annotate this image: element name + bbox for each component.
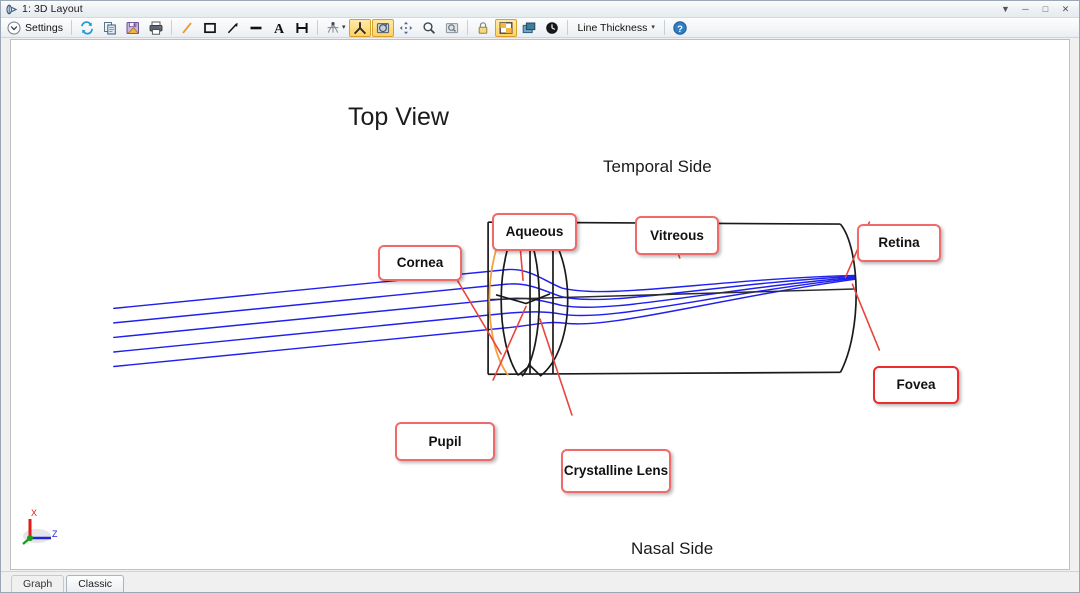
fit-window-icon <box>498 20 514 36</box>
magnifier-icon <box>421 20 437 36</box>
work-area: Top View Temporal Side Nasal Side Cornea… <box>1 38 1079 592</box>
lock-button[interactable] <box>472 19 494 37</box>
rays-icon <box>325 20 341 36</box>
settings-label: Settings <box>25 21 63 34</box>
help-question-icon: ? <box>672 20 688 36</box>
arrow-button[interactable] <box>222 19 244 37</box>
leader-pupil <box>492 305 527 381</box>
toolbar-separator-5 <box>567 20 569 35</box>
toolbar-separator-1 <box>70 20 72 35</box>
rectangle-icon <box>202 20 218 36</box>
layers-button[interactable] <box>518 19 540 37</box>
zoom-button[interactable] <box>418 19 440 37</box>
orientation-3d-button[interactable] <box>349 18 372 37</box>
pan-button[interactable] <box>395 19 417 37</box>
layout-3d-icon <box>5 3 18 16</box>
close-button[interactable]: ✕ <box>1060 4 1071 14</box>
text-a-icon: A <box>271 20 287 36</box>
thick-line-button[interactable] <box>245 19 267 37</box>
thick-line-icon <box>248 20 264 36</box>
dimension-h-icon <box>294 20 310 36</box>
view-tabbar: Graph Classic <box>1 571 1079 592</box>
3d-layout-window: 1: 3D Layout ▼ ─ □ ✕ Settings A ▾ Line T… <box>0 0 1080 593</box>
callout-aqueous[interactable]: Aqueous <box>492 213 577 251</box>
leader-lens <box>539 318 573 416</box>
callout-crystalline-lens[interactable]: Crystalline Lens <box>561 449 671 493</box>
callout-cornea[interactable]: Cornea <box>378 245 462 281</box>
svg-text:?: ? <box>677 24 683 35</box>
toolbar-separator-2 <box>170 20 172 35</box>
axis-3d-icon <box>352 20 368 36</box>
diagonal-line-icon <box>179 20 195 36</box>
line-thickness-label: Line Thickness <box>577 21 648 34</box>
copy-icon <box>102 20 118 36</box>
zoom-window-button[interactable] <box>441 19 463 37</box>
pan-arrows-icon <box>398 20 414 36</box>
help-button[interactable]: ? <box>669 19 691 37</box>
maximize-button[interactable]: □ <box>1040 4 1051 14</box>
minimize-button[interactable]: ─ <box>1020 4 1031 14</box>
toolbar-separator-3 <box>316 20 318 35</box>
svg-text:A: A <box>274 22 285 36</box>
chevron-down-icon: ▾ <box>651 24 655 31</box>
line-color-button[interactable] <box>176 19 198 37</box>
window-title: 1: 3D Layout <box>22 3 83 15</box>
tab-graph[interactable]: Graph <box>11 575 65 592</box>
rays-dropdown-button[interactable]: ▾ <box>322 19 349 37</box>
refresh-button[interactable] <box>76 19 98 37</box>
refresh-icon <box>79 20 95 36</box>
window-titlebar: 1: 3D Layout ▼ ─ □ ✕ <box>1 1 1079 18</box>
chevron-down-icon: ▾ <box>341 24 346 31</box>
zoom-window-icon <box>444 20 460 36</box>
window-controls: ▼ ─ □ ✕ <box>1000 4 1077 14</box>
settings-button[interactable]: Settings <box>4 19 67 37</box>
graph-canvas[interactable]: Top View Temporal Side Nasal Side Cornea… <box>10 39 1070 570</box>
rotate-view-icon <box>375 20 391 36</box>
callout-retina[interactable]: Retina <box>857 224 941 262</box>
eye-model-drawing <box>113 220 881 416</box>
callout-pupil[interactable]: Pupil <box>395 422 495 461</box>
callout-fovea[interactable]: Fovea <box>873 366 959 404</box>
text-button[interactable]: A <box>268 19 290 37</box>
print-icon <box>148 20 164 36</box>
save-icon <box>125 20 141 36</box>
window-menu-button[interactable]: ▼ <box>1000 4 1011 14</box>
print-button[interactable] <box>145 19 167 37</box>
tab-classic[interactable]: Classic <box>66 575 125 592</box>
line-thickness-dropdown[interactable]: Line Thickness ▾ <box>572 19 659 37</box>
save-button[interactable] <box>122 19 144 37</box>
arrow-icon <box>225 20 241 36</box>
leader-fovea <box>851 283 881 351</box>
dimension-button[interactable] <box>291 19 313 37</box>
callout-vitreous[interactable]: Vitreous <box>635 216 719 255</box>
copy-button[interactable] <box>99 19 121 37</box>
ray-bundle <box>113 268 856 368</box>
chevron-down-circle-icon <box>6 20 22 36</box>
toolbar-separator-4 <box>467 20 469 35</box>
main-toolbar: Settings A ▾ Line Thickness ▾ ? <box>1 18 1079 38</box>
rotate-view-button[interactable] <box>372 18 395 37</box>
clock-button[interactable] <box>541 19 563 37</box>
fit-window-button[interactable] <box>495 18 518 37</box>
clock-icon <box>544 20 560 36</box>
lock-icon <box>475 20 491 36</box>
layers-icon <box>521 20 537 36</box>
rectangle-button[interactable] <box>199 19 221 37</box>
toolbar-separator-6 <box>663 20 665 35</box>
